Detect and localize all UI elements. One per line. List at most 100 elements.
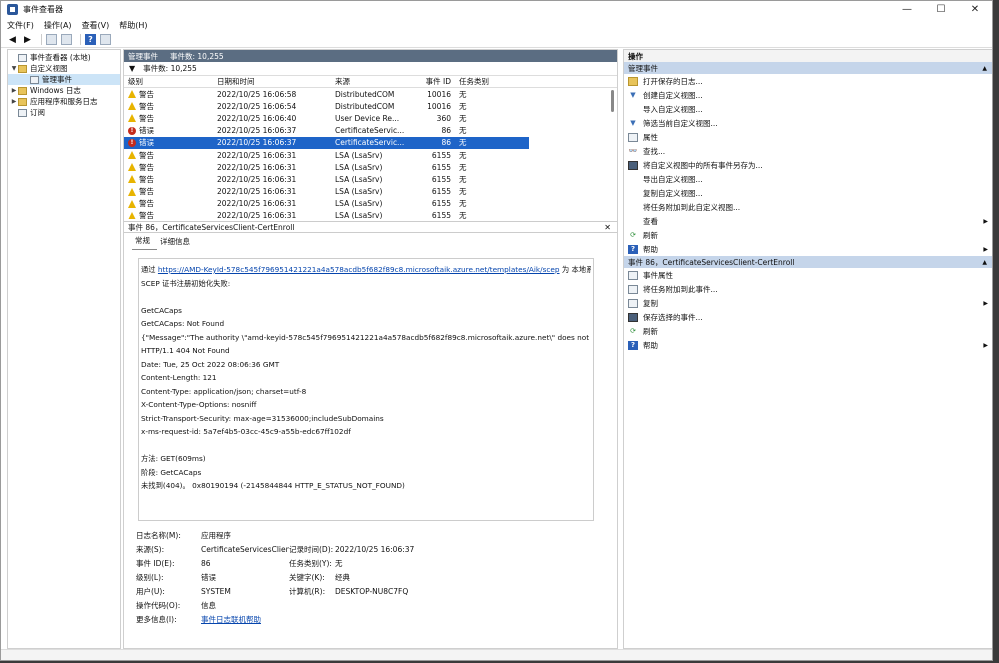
action-item[interactable]: ▼ 创建自定义视图... — [624, 88, 992, 102]
action-item[interactable]: ⟳ 刷新 — [624, 324, 992, 338]
close-detail-button[interactable]: ✕ — [604, 223, 611, 232]
action-label: 刷新 — [643, 230, 658, 240]
table-row[interactable]: 警告 2022/10/25 16:06:31 LSA (LsaSrv) 6155 无 — [124, 161, 617, 173]
tree-root[interactable]: 事件查看器 (本地) — [8, 52, 120, 63]
chevron-down-icon[interactable]: ▼ — [10, 65, 18, 72]
actions-section-admin-events[interactable]: 管理事件 ▲ — [624, 62, 992, 74]
warning-icon — [128, 90, 136, 99]
tree-custom-views[interactable]: ▼ 自定义视图 — [8, 63, 120, 74]
table-row[interactable]: 警告 2022/10/25 16:06:31 LSA (LsaSrv) 6155 无 — [124, 210, 617, 219]
action-item[interactable]: 将任务附加到此自定义视图... — [624, 200, 992, 214]
show-action-pane-icon[interactable] — [100, 34, 111, 45]
table-row[interactable]: 警告 2022/10/25 16:06:31 LSA (LsaSrv) 6155 无 — [124, 149, 617, 161]
menu-file[interactable]: 文件(F) — [7, 20, 34, 31]
row-event-id: 6155 — [431, 174, 451, 184]
row-event-id: 6155 — [431, 162, 451, 172]
online-help-link[interactable]: 事件日志联机帮助 — [201, 614, 261, 625]
properties-icon[interactable] — [61, 34, 72, 45]
action-item[interactable]: ▼ 筛选当前自定义视图... — [624, 116, 992, 130]
action-item[interactable]: 导出自定义视图... — [624, 172, 992, 186]
tree-app-service-logs[interactable]: ▶ 应用程序和服务日志 — [8, 96, 120, 107]
warning-icon — [128, 175, 136, 184]
scep-url-link[interactable]: https://AMD-KeyId-578c545f796951421221a4… — [158, 265, 560, 274]
row-event-id: 360 — [436, 113, 451, 123]
collapse-up-icon[interactable]: ▲ — [982, 259, 987, 266]
message-line: Date: Tue, 25 Oct 2022 08:06:36 GMT — [141, 359, 280, 369]
message-line: 未找到(404)。 0x80190194 (-2145844844 HTTP_E… — [141, 481, 405, 490]
action-item[interactable]: 将任务附加到此事件... — [624, 282, 992, 296]
row-date: 2022/10/25 16:06:31 — [217, 187, 297, 197]
refresh-icon: ⟳ — [630, 327, 636, 335]
show-hide-tree-icon[interactable] — [46, 34, 57, 45]
maximize-button[interactable]: ☐ — [924, 1, 958, 18]
action-item[interactable]: 复制 ▶ — [624, 296, 992, 310]
row-source: LSA (LsaSrv) — [335, 162, 383, 172]
table-row[interactable]: 警告 2022/10/25 16:06:31 LSA (LsaSrv) 6155 无 — [124, 198, 617, 210]
column-level[interactable]: 级别 — [124, 76, 214, 87]
table-row[interactable]: 警告 2022/10/25 16:06:58 DistributedCOM 10016… — [124, 88, 617, 100]
menu-view[interactable]: 查看(V) — [82, 20, 110, 31]
menu-action[interactable]: 操作(A) — [44, 20, 72, 31]
table-row[interactable]: 警告 2022/10/25 16:06:40 User Device Re... 36… — [124, 112, 617, 124]
properties-icon — [628, 132, 638, 142]
task-category-label: 任务类别(Y): — [289, 558, 332, 568]
message-line: SCEP 证书注册初始化失败: — [141, 278, 231, 288]
action-label: 复制 — [643, 298, 658, 308]
minimize-button[interactable]: — — [890, 1, 924, 18]
event-table-header: 级别 日期和时间 来源 事件 ID 任务类别 — [124, 76, 617, 88]
toolbar-separator — [80, 34, 81, 45]
column-date[interactable]: 日期和时间 — [214, 76, 332, 87]
opcode-label: 操作代码(O): — [136, 600, 181, 610]
help-icon[interactable]: ? — [85, 34, 96, 45]
action-item[interactable]: ? 帮助 ▶ — [624, 242, 992, 256]
action-item[interactable]: ⟳ 刷新 — [624, 228, 992, 242]
back-arrow-icon[interactable]: ◀ — [7, 34, 18, 45]
action-item[interactable]: 复制自定义视图... — [624, 186, 992, 200]
tree-admin-events[interactable]: 管理事件 — [8, 74, 120, 85]
row-date: 2022/10/25 16:06:37 — [217, 126, 297, 136]
actions-section-event[interactable]: 事件 86，CertificateServicesClient-CertEnro… — [624, 256, 992, 268]
scrollbar-thumb[interactable] — [611, 90, 614, 112]
event-viewer-app-icon — [7, 4, 18, 15]
row-level: 错误 — [139, 126, 154, 136]
tree-app-service-logs-label: 应用程序和服务日志 — [30, 97, 98, 106]
table-row[interactable]: ! 错误 2022/10/25 16:06:37 CertificateServic.… — [124, 125, 617, 137]
table-row[interactable]: 警告 2022/10/25 16:06:54 DistributedCOM 10016… — [124, 100, 617, 112]
column-task[interactable]: 任务类别 — [456, 76, 526, 87]
tab-details[interactable]: 详细信息 — [157, 236, 197, 250]
toolbar: ◀ ▶ ? — [1, 32, 992, 48]
action-item[interactable]: 👓 查找... — [624, 144, 992, 158]
table-row[interactable]: ! 错误 2022/10/25 16:06:37 CertificateServic.… — [124, 136, 529, 149]
row-level: 警告 — [139, 211, 154, 219]
menu-help[interactable]: 帮助(H) — [119, 20, 147, 31]
close-button[interactable]: ✕ — [958, 1, 992, 18]
action-item[interactable]: ? 帮助 ▶ — [624, 338, 992, 352]
tab-general[interactable]: 常规 — [132, 235, 157, 250]
chevron-right-icon[interactable]: ▶ — [10, 98, 18, 105]
keywords-label: 关键字(K): — [289, 572, 325, 582]
action-label: 导出自定义视图... — [643, 174, 703, 184]
collapse-up-icon[interactable]: ▲ — [982, 65, 987, 72]
row-source: LSA (LsaSrv) — [335, 174, 383, 184]
action-item[interactable]: 属性 — [624, 130, 992, 144]
row-task: 无 — [459, 138, 467, 148]
row-level: 警告 — [139, 199, 154, 209]
action-item[interactable]: 查看 ▶ — [624, 214, 992, 228]
column-source[interactable]: 来源 — [332, 76, 418, 87]
chevron-right-icon[interactable]: ▶ — [10, 87, 18, 94]
table-row[interactable]: 警告 2022/10/25 16:06:31 LSA (LsaSrv) 6155 无 — [124, 173, 617, 185]
tree-subscriptions[interactable]: 订阅 — [8, 107, 120, 118]
action-item[interactable]: 保存选择的事件... — [624, 310, 992, 324]
row-task: 无 — [459, 187, 467, 197]
action-label: 筛选当前自定义视图... — [643, 118, 718, 128]
action-item[interactable]: 事件属性 — [624, 268, 992, 282]
tree-windows-logs[interactable]: ▶ Windows 日志 — [8, 85, 120, 96]
table-row[interactable]: 警告 2022/10/25 16:06:31 LSA (LsaSrv) 6155 无 — [124, 186, 617, 198]
warning-icon — [128, 199, 136, 208]
event-detail-header: 事件 86，CertificateServicesClient-CertEnro… — [124, 221, 617, 233]
column-event-id[interactable]: 事件 ID — [418, 76, 456, 87]
action-item[interactable]: 导入自定义视图... — [624, 102, 992, 116]
action-item[interactable]: 将自定义视图中的所有事件另存为... — [624, 158, 992, 172]
forward-arrow-icon[interactable]: ▶ — [22, 34, 33, 45]
action-item[interactable]: 打开保存的日志... — [624, 74, 992, 88]
